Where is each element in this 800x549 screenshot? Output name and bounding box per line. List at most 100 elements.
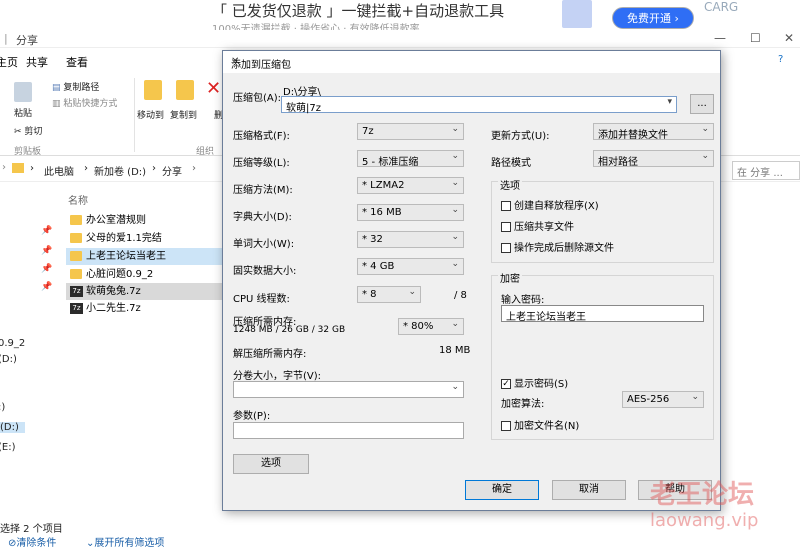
chevron-down-icon: ⌄ [451,232,459,242]
folder-icon [70,251,82,261]
archive-name-input[interactable]: 软萌|7z ▾ [281,96,677,114]
cancel-button[interactable]: 取消 [552,480,626,500]
sfx-label: 创建自释放程序(X) [514,201,599,212]
tab-view[interactable]: 查看 [66,54,88,70]
ok-button[interactable]: 确定 [465,480,539,500]
ad-banner[interactable]: 「 已发货仅退款 」一键拦截+自动退款工具 100%无遗漏拦截 · 操作省心 ·… [0,0,800,30]
chevron-down-icon: ⌄ [451,205,459,215]
path-mode-label: 路径模式 [491,158,531,169]
breadcrumb-this-pc[interactable]: 此电脑 [44,163,74,178]
copy-to-button[interactable]: 复制到 [170,108,197,121]
nav-item-0[interactable]: 0.9_2 [0,338,25,349]
paste-shortcut-button[interactable]: ▥ 粘贴快捷方式 [52,96,117,109]
search-input[interactable]: 在 分享 ... [732,161,800,180]
method-value: * LZMA2 [362,180,405,191]
copy-path-icon: ▤ [52,83,61,93]
breadcrumb-share[interactable]: 分享 [162,163,182,178]
sfx-checkbox[interactable]: 创建自释放程序(X) [501,197,599,212]
format-select[interactable]: 7z ⌄ [357,123,464,140]
tab-home[interactable]: 主页 [0,54,18,70]
nav-item-fragment[interactable]: l [0,204,1,215]
list-item[interactable]: 7z 软萌兔兔.7z [66,283,222,300]
chevron-down-icon[interactable]: ▾ [667,97,672,107]
paste-shortcut-icon: ▥ [52,99,61,109]
list-item[interactable]: 7z 小二先生.7z [66,300,222,317]
clear-filter-link[interactable]: ⊘清除条件 [8,534,56,549]
password-input[interactable]: 上老王论坛当老王 [501,305,704,323]
encryption-group-label: 加密 [498,270,522,285]
nav-item-2[interactable]: :) [0,402,5,413]
copy-to-icon [176,80,194,100]
params-label: 参数(P): [233,411,271,422]
file-name: 小二先生.7z [86,303,141,314]
solid-select[interactable]: * 4 GB ⌄ [357,258,464,275]
archive-name-value: 软萌|7z [286,103,321,114]
list-item[interactable]: 上老王论坛当老王 [66,248,222,265]
delete-after-label: 操作完成后删除源文件 [514,243,614,254]
paste-icon [14,82,32,102]
clear-filter-label: 清除条件 [16,538,57,549]
checkbox-icon [501,421,511,431]
nav-item-4[interactable]: (E:) [0,442,16,453]
chevron-down-icon: ⌄ [408,287,416,297]
add-to-archive-dialog: 添加到压缩包 ✕ 压缩包(A): D:\分享\ 软萌|7z ▾ ... 压缩格式(… [222,50,721,511]
cpu-select[interactable]: * 8 ⌄ [357,286,421,303]
chevron-down-icon: ⌄ [701,151,709,161]
level-select[interactable]: 5 - 标准压缩 ⌄ [357,150,464,167]
folder-icon [12,163,24,173]
minimize-button[interactable]: — [714,31,726,45]
shared-files-checkbox[interactable]: 压缩共享文件 [501,218,574,233]
document-icon [562,0,592,28]
list-item[interactable]: 办公室潜规则 [66,212,222,229]
file-name: 软萌兔兔.7z [86,286,141,297]
show-password-checkbox[interactable]: ✓ 显示密码(S) [501,375,568,390]
folder-icon [70,215,82,225]
list-item[interactable]: 父母的爱1.1完结 [66,230,222,247]
params-input[interactable] [233,422,464,439]
dict-select[interactable]: * 16 MB ⌄ [357,204,464,221]
split-select[interactable]: ⌄ [233,381,464,398]
move-to-button[interactable]: 移动到 [137,108,164,121]
options-button[interactable]: 选项 [233,454,309,474]
enc-method-value: AES-256 [627,394,670,405]
copy-path-button[interactable]: ▤ 复制路径 [52,80,99,93]
ribbon-divider [134,78,135,152]
maximize-button[interactable]: ☐ [750,31,761,45]
paste-shortcut-label: 粘贴快捷方式 [63,99,118,109]
title-separator: | [4,32,8,45]
paste-button[interactable]: 粘贴 [14,106,32,119]
list-item[interactable]: 心脏问题0.9_2 [66,266,222,283]
chevron-left-icon[interactable]: › [2,162,6,173]
checkbox-icon [501,243,511,253]
cut-button[interactable]: ✂ 剪切 [14,124,42,137]
chevron-right-icon: › [192,163,196,174]
encrypt-names-checkbox[interactable]: 加密文件名(N) [501,417,579,432]
chevron-down-icon: ⌄ [451,259,459,269]
encrypt-names-label: 加密文件名(N) [514,421,580,432]
enc-method-select[interactable]: AES-256 ⌄ [622,391,704,408]
column-header-name[interactable]: 名称 [68,192,88,207]
memory-select[interactable]: * 80% ⌄ [398,318,464,335]
nav-item-3[interactable]: (D:) [0,422,25,433]
ad-open-button[interactable]: 免费开通 › [612,7,694,29]
chevron-down-icon: ⌄ [691,392,699,402]
method-select[interactable]: * LZMA2 ⌄ [357,177,464,194]
enc-method-label: 加密算法: [501,399,545,410]
dialog-title: 添加到压缩包 [231,60,291,71]
nav-item-1[interactable]: (D:) [0,354,17,365]
dialog-close-button[interactable]: ✕ [231,56,239,67]
decompress-memory-value: 18 MB [439,345,471,356]
close-button[interactable]: ✕ [784,31,794,45]
archive-label: 压缩包(A): [233,93,282,104]
shared-files-label: 压缩共享文件 [514,222,574,233]
delete-after-checkbox[interactable]: 操作完成后删除源文件 [501,239,614,254]
memory-detail: 1248 MB / 26 GB / 32 GB [233,325,346,335]
word-select[interactable]: * 32 ⌄ [357,231,464,248]
expand-filters-link[interactable]: ⌄展开所有筛选项 [86,534,164,549]
update-mode-select[interactable]: 添加并替换文件 ⌄ [593,123,714,140]
browse-button[interactable]: ... [690,94,714,114]
path-mode-select[interactable]: 相对路径 ⌄ [593,150,714,167]
breadcrumb-drive[interactable]: 新加卷 (D:) [94,163,146,178]
help-icon[interactable]: ? [778,54,783,65]
tab-share[interactable]: 共享 [26,54,48,70]
